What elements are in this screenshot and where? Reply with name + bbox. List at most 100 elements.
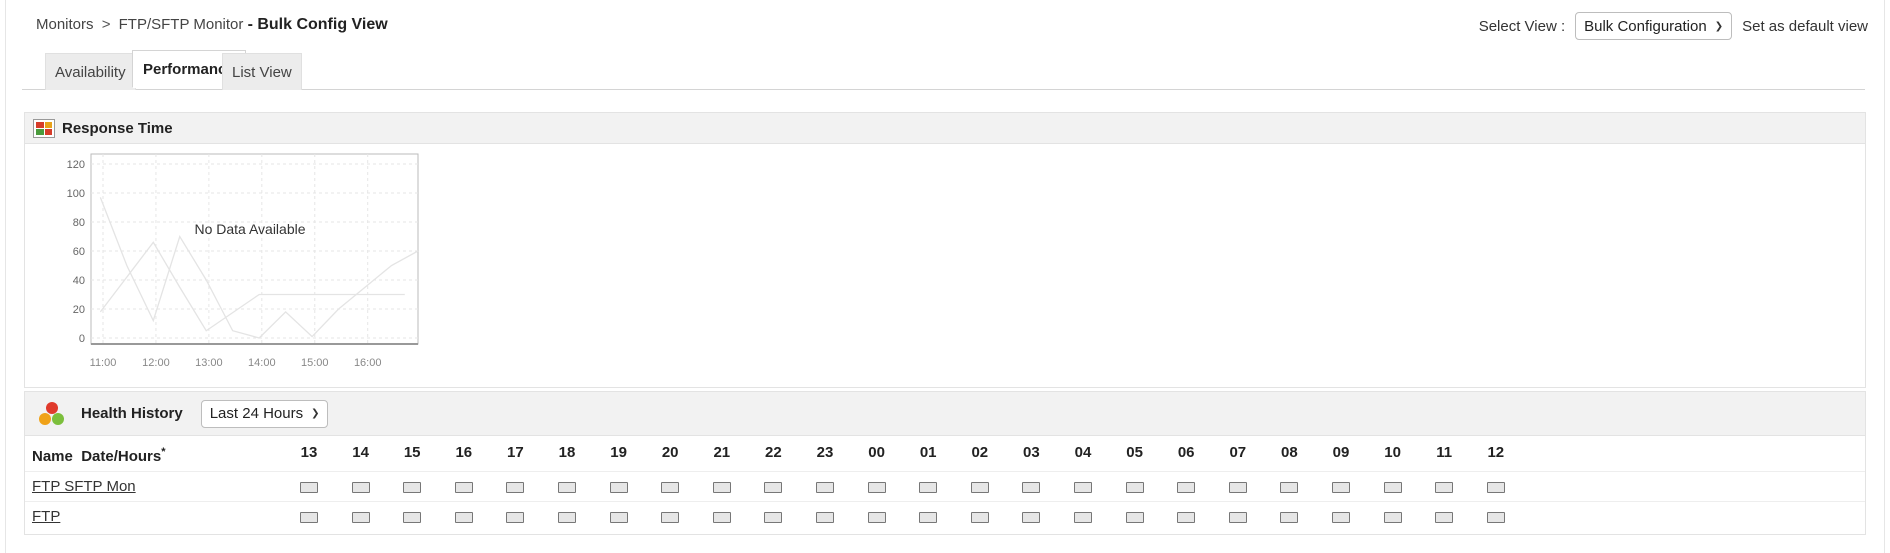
health-status-cell[interactable] — [661, 482, 680, 493]
health-status-cell[interactable] — [1228, 512, 1247, 523]
health-status-cell[interactable] — [300, 482, 318, 493]
health-status-cell[interactable] — [558, 482, 576, 493]
hour-column-header: 22 — [765, 444, 782, 461]
health-status-cell[interactable] — [1280, 512, 1299, 523]
sort-asterisk: * — [161, 446, 166, 458]
hour-column-header: 18 — [558, 444, 576, 461]
health-status-cell[interactable] — [1074, 482, 1092, 493]
hour-column-header: 16 — [455, 444, 473, 461]
hour-column-header: 13 — [300, 444, 318, 461]
monitor-name-link[interactable]: FTP — [32, 508, 60, 525]
health-status-cell[interactable] — [816, 512, 834, 523]
health-status-cell[interactable] — [867, 482, 886, 493]
health-status-cell[interactable] — [712, 512, 731, 523]
health-status-cell[interactable] — [1332, 512, 1350, 523]
name-date-header: Name Date/Hours* — [32, 446, 166, 465]
health-status-cell[interactable] — [454, 482, 473, 493]
no-data-message: No Data Available — [194, 221, 305, 237]
response-time-header: Response Time — [25, 113, 1865, 144]
dashboard-grid-icon — [33, 118, 55, 138]
health-history-panel: Health History Last 24 Hours ❯ Name Date… — [24, 391, 1866, 535]
hour-column-header: 20 — [661, 444, 679, 461]
health-status-cell[interactable] — [1435, 512, 1454, 523]
health-status-cell[interactable] — [1383, 512, 1402, 523]
breadcrumb-monitors-link[interactable]: Monitors — [36, 16, 94, 33]
health-status-cell[interactable] — [1125, 512, 1144, 523]
monitor-name-link[interactable]: FTP SFTP Mon — [32, 478, 136, 495]
health-status-cell[interactable] — [506, 482, 525, 493]
health-history-table: Name Date/Hours* 13 14 15 16 17 18 19 20 21 22 23 0… — [25, 436, 1865, 534]
chevron-down-icon: ❯ — [311, 408, 320, 419]
health-status-cell[interactable] — [970, 512, 989, 523]
hour-column-header: 07 — [1229, 444, 1247, 461]
health-status-cell[interactable] — [506, 512, 525, 523]
hour-column-header: 06 — [1177, 444, 1195, 461]
health-status-cell[interactable] — [661, 512, 680, 523]
health-status-cell[interactable] — [1228, 482, 1247, 493]
x-tick-label: 13:00 — [195, 357, 223, 369]
health-status-cell[interactable] — [764, 482, 783, 493]
health-status-cell[interactable] — [300, 512, 318, 523]
health-status-icon — [39, 401, 65, 426]
health-status-cell[interactable] — [1383, 482, 1402, 493]
hour-column-header: 14 — [352, 444, 369, 461]
health-status-cell[interactable] — [403, 512, 422, 523]
health-status-cell[interactable] — [1435, 482, 1454, 493]
table-row: FTP — [25, 502, 1865, 532]
name-column-header: Name — [32, 448, 73, 465]
response-time-chart: 120 100 80 60 40 20 0 11:00 12:00 13:00 14:00 15:00… — [67, 153, 419, 369]
health-status-cell[interactable] — [1022, 482, 1041, 493]
health-status-cell[interactable] — [403, 482, 422, 493]
breadcrumb: Monitors > FTP/SFTP Monitor - Bulk Confi… — [36, 16, 388, 34]
health-status-cell[interactable] — [1332, 482, 1350, 493]
hour-column-header: 02 — [971, 444, 989, 461]
select-view-label: Select View : — [1478, 17, 1566, 35]
health-period-value: Last 24 Hours — [209, 405, 304, 422]
health-status-cell[interactable] — [919, 482, 938, 493]
select-view-dropdown[interactable]: Bulk Configuration ❯ — [1575, 12, 1733, 40]
health-status-cell[interactable] — [970, 482, 989, 493]
x-tick-label: 11:00 — [90, 357, 117, 369]
hour-column-header: 09 — [1332, 444, 1350, 461]
hour-column-header: 19 — [610, 444, 627, 461]
health-status-cell[interactable] — [1280, 482, 1299, 493]
health-status-cell[interactable] — [609, 512, 628, 523]
health-status-cell[interactable] — [558, 512, 576, 523]
health-period-dropdown[interactable]: Last 24 Hours ❯ — [200, 399, 329, 428]
y-tick-label: 0 — [79, 333, 85, 345]
x-tick-label: 12:00 — [142, 357, 170, 369]
tab-availability[interactable]: Availability — [45, 53, 136, 90]
health-status-cell[interactable] — [1177, 482, 1196, 493]
hour-column-header: 10 — [1384, 444, 1401, 461]
health-status-cell[interactable] — [867, 512, 886, 523]
health-status-cell[interactable] — [1177, 512, 1196, 523]
health-status-cell[interactable] — [1486, 482, 1505, 493]
health-status-cell[interactable] — [1074, 512, 1092, 523]
health-status-cell[interactable] — [351, 512, 370, 523]
set-default-view-link[interactable]: Set as default view — [1742, 18, 1868, 35]
page-title: - Bulk Config View — [247, 16, 388, 33]
breadcrumb-monitor-type-link[interactable]: FTP/SFTP Monitor — [119, 16, 244, 33]
hour-column-header: 17 — [507, 444, 524, 461]
health-status-cell[interactable] — [609, 482, 628, 493]
hour-column-header: 08 — [1281, 444, 1298, 461]
health-status-cell[interactable] — [816, 482, 834, 493]
date-hours-column-header: Date/Hours — [81, 448, 162, 465]
response-time-panel: Response Time 120 100 80 60 40 20 0 11:00 12:00 1… — [24, 112, 1866, 388]
y-tick-label: 80 — [73, 217, 85, 229]
health-status-cell[interactable] — [351, 482, 370, 493]
hour-column-header: 01 — [919, 444, 937, 461]
health-status-cell[interactable] — [1486, 512, 1505, 523]
health-status-cell[interactable] — [919, 512, 938, 523]
x-tick-label: 16:00 — [354, 357, 382, 369]
x-tick-label: 14:00 — [248, 357, 276, 369]
health-status-cell[interactable] — [1125, 482, 1144, 493]
hour-column-header: 23 — [816, 444, 834, 461]
health-status-cell[interactable] — [764, 512, 783, 523]
health-status-cell[interactable] — [454, 512, 473, 523]
health-status-cell[interactable] — [712, 482, 731, 493]
health-status-cell[interactable] — [1022, 512, 1041, 523]
tab-list-view[interactable]: List View — [222, 53, 302, 90]
table-row: FTP SFTP Mon — [25, 472, 1865, 502]
y-tick-label: 60 — [73, 246, 85, 258]
